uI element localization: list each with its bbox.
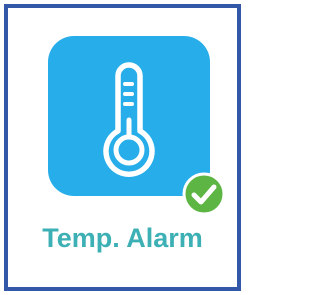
app-label[interactable]: Temp. Alarm: [8, 218, 237, 258]
app-tile-frame[interactable]: Temp. Alarm: [4, 4, 241, 291]
checkmark-icon: [182, 172, 226, 216]
